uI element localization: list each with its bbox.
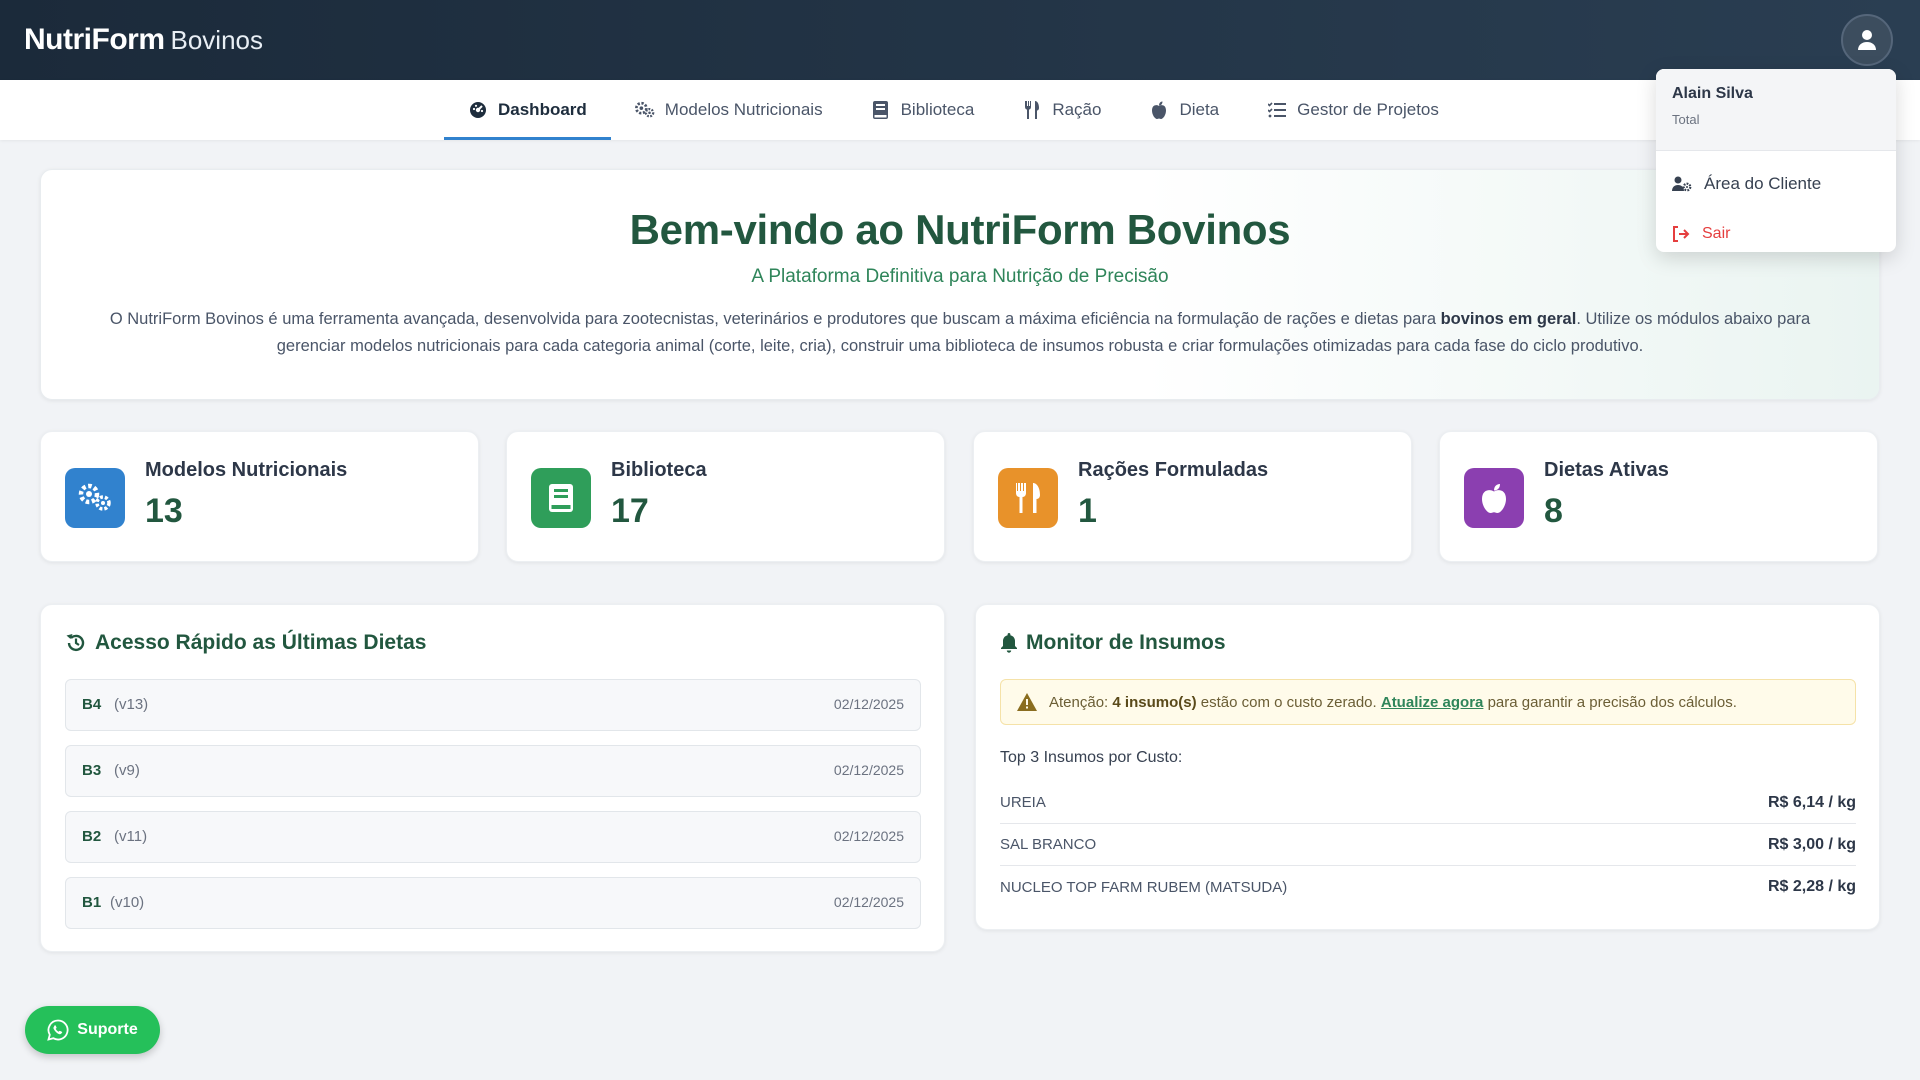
diet-version: (v9) [114, 762, 140, 779]
user-gear-icon [1672, 176, 1692, 192]
dashboard-icon [468, 100, 488, 120]
tab-label: Biblioteca [900, 100, 975, 119]
diet-row-b3[interactable]: B3 (v9) 02/12/2025 [65, 745, 921, 797]
diet-name: B2 [82, 828, 102, 845]
stat-card-racoes[interactable]: Rações Formuladas 1 [973, 431, 1412, 562]
tab-label: Modelos Nutricionais [664, 100, 823, 119]
client-area-menu-item[interactable]: Área do Cliente [1656, 159, 1896, 209]
insumo-cost: R$ 6,14 / kg [1767, 793, 1856, 811]
stat-card-dietas[interactable]: Dietas Ativas 8 [1439, 431, 1878, 562]
tab-biblioteca[interactable]: Biblioteca [847, 80, 999, 140]
user-plan: Total [1672, 112, 1700, 127]
diet-name: B4 [82, 696, 102, 713]
diet-name: B3 [82, 762, 102, 779]
tab-dashboard[interactable]: Dashboard [444, 80, 611, 140]
tab-label: Gestor de Projetos [1297, 100, 1439, 119]
insumo-name: NUCLEO TOP FARM RUBEM (MATSUDA) [1000, 878, 1288, 896]
stat-label: Biblioteca [611, 459, 707, 481]
user-info: Alain Silva Total [1656, 69, 1896, 151]
diet-version: (v13) [114, 696, 149, 713]
zero-cost-alert: Atenção: 4 insumo(s) estão com o custo z… [1000, 679, 1856, 725]
brand-name: NutriForm [24, 23, 165, 56]
diet-date: 02/12/2025 [833, 828, 904, 844]
main-nav: Dashboard Modelos Nutricionais Bibliotec… [0, 80, 1920, 140]
history-icon [66, 634, 85, 652]
diet-row-b1[interactable]: B1 (v10) 02/12/2025 [65, 877, 921, 929]
utensils-icon [1022, 100, 1042, 120]
gears-icon [634, 100, 655, 120]
book-icon [531, 468, 591, 528]
diet-row-b4[interactable]: B4 (v13) 02/12/2025 [65, 679, 921, 731]
user-name: Alain Silva [1672, 85, 1753, 102]
insumo-cost: R$ 2,28 / kg [1767, 878, 1856, 895]
brand-suffix: Bovinos [170, 25, 264, 55]
user-avatar-button[interactable] [1841, 14, 1893, 66]
gears-icon [65, 468, 125, 528]
stat-label: Dietas Ativas [1544, 459, 1669, 481]
tab-dieta[interactable]: Dieta [1125, 80, 1243, 140]
tab-label: Dashboard [498, 100, 587, 119]
diet-row-b2[interactable]: B2 (v11) 02/12/2025 [65, 811, 921, 863]
stat-value: 8 [1544, 492, 1563, 530]
stat-value: 17 [611, 492, 649, 530]
update-now-link[interactable]: Atualize agora [1381, 694, 1484, 711]
alert-text: Atenção: 4 insumo(s) estão com o custo z… [1049, 693, 1737, 711]
stat-label: Rações Formuladas [1078, 459, 1269, 481]
welcome-banner: Bem-vindo ao NutriForm Bovinos A Platafo… [40, 169, 1880, 400]
support-button[interactable]: Suporte [25, 1006, 160, 1054]
utensils-icon [998, 468, 1058, 528]
top-insumos-label: Top 3 Insumos por Custo: [1000, 749, 1183, 766]
stat-value: 13 [145, 492, 183, 530]
stat-card-modelos[interactable]: Modelos Nutricionais 13 [40, 431, 479, 562]
welcome-subtitle: A Plataforma Definitiva para Nutrição de… [751, 266, 1169, 287]
panel-title: Acesso Rápido as Últimas Dietas [65, 631, 426, 655]
user-icon [1858, 30, 1876, 50]
welcome-title: Bem-vindo ao NutriForm Bovinos [629, 206, 1291, 253]
tab-label: Ração [1052, 100, 1102, 119]
tab-gestor-de-projetos[interactable]: Gestor de Projetos [1243, 80, 1463, 140]
cost-row: SAL BRANCO R$ 3,00 / kg [1000, 824, 1856, 866]
diet-date: 02/12/2025 [833, 894, 904, 910]
monitor-insumos-panel: Monitor de Insumos Atenção: 4 insumo(s) … [975, 604, 1880, 930]
panel-title: Monitor de Insumos [1000, 631, 1226, 655]
insumo-name: UREIA [1000, 794, 1046, 811]
diet-version: (v11) [114, 828, 148, 845]
brand-logo[interactable]: NutriForm Bovinos [24, 20, 263, 60]
tab-modelos-nutricionais[interactable]: Modelos Nutricionais [611, 80, 847, 140]
apple-icon [1149, 100, 1169, 120]
whatsapp-icon [47, 1019, 69, 1041]
list-check-icon [1267, 100, 1287, 120]
sign-out-icon [1673, 226, 1690, 242]
logout-menu-item[interactable]: Sair [1656, 209, 1896, 252]
tab-racao[interactable]: Ração [998, 80, 1125, 140]
stat-card-biblioteca[interactable]: Biblioteca 17 [506, 431, 945, 562]
top-header: NutriForm Bovinos [0, 0, 1920, 80]
diet-date: 02/12/2025 [833, 696, 904, 712]
stat-label: Modelos Nutricionais [145, 459, 348, 481]
cost-row: UREIA R$ 6,14 / kg [1000, 782, 1856, 824]
tab-label: Dieta [1179, 100, 1220, 119]
apple-icon [1464, 468, 1524, 528]
cost-row: NUCLEO TOP FARM RUBEM (MATSUDA) R$ 2,28 … [1000, 866, 1856, 908]
book-icon [871, 100, 891, 120]
diet-name: B1 [82, 894, 102, 911]
stat-value: 1 [1078, 492, 1097, 530]
insumo-cost: R$ 3,00 / kg [1767, 835, 1856, 853]
diet-version: (v10) [110, 894, 145, 911]
bell-icon [1001, 633, 1017, 653]
welcome-description: O NutriForm Bovinos é uma ferramenta ava… [109, 310, 1811, 355]
insumo-name: SAL BRANCO [1000, 836, 1097, 853]
warning-icon [1017, 693, 1037, 711]
recent-diets-panel: Acesso Rápido as Últimas Dietas B4 (v13)… [40, 604, 945, 952]
diet-date: 02/12/2025 [833, 762, 904, 778]
user-dropdown-menu: Alain Silva Total Área do Cliente Sair [1656, 69, 1896, 252]
